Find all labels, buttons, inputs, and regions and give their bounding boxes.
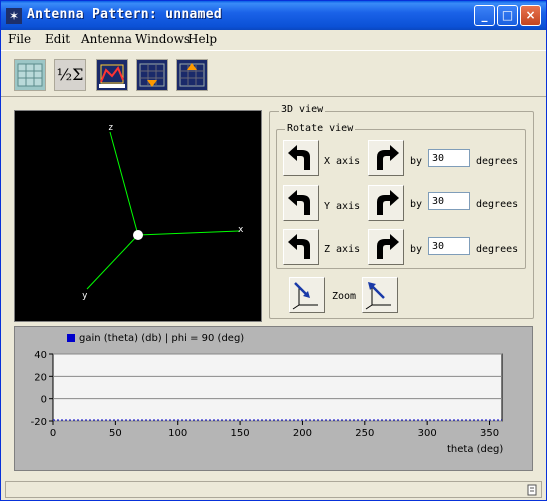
menu-antenna[interactable]: Antenna: [81, 32, 132, 46]
window-title: Antenna Pattern: unnamed: [27, 7, 223, 22]
z-axis-line: [109, 131, 139, 236]
menu-windows[interactable]: Windows: [135, 32, 190, 46]
y-axis-label: y: [82, 291, 88, 301]
zoom-in-icon: [292, 282, 318, 310]
toolbar: ½Σ: [1, 50, 546, 97]
y-tick-label: 0: [41, 395, 47, 406]
menu-file[interactable]: File: [8, 32, 31, 46]
x-tick-label: 200: [293, 428, 312, 439]
zoom-out-icon: [365, 282, 391, 310]
resize-grip-icon[interactable]: [525, 483, 539, 497]
y-tick-label: 20: [34, 372, 47, 383]
close-button[interactable]: ×: [520, 5, 541, 26]
z-degrees-unit: degrees: [476, 244, 519, 255]
rotate-x-ccw-button[interactable]: [283, 140, 319, 176]
antenna-pattern-window: ✶ Antenna Pattern: unnamed _ □ × File Ed…: [0, 0, 547, 501]
zoom-label: Zoom: [332, 291, 357, 302]
x-by-label: by: [410, 156, 423, 167]
3d-view-title: 3D view: [279, 104, 326, 115]
x-axis-label: x: [238, 225, 244, 235]
rotate-y-cw-button[interactable]: [368, 185, 404, 221]
gain-chart-panel: gain (theta) (db) | phi = 90 (deg) 40 20 0…: [14, 326, 533, 471]
y-axis-row-label: Y axis: [324, 201, 361, 212]
rotate-view-title: Rotate view: [285, 123, 356, 134]
x-tick-label: 50: [109, 428, 122, 439]
x-tick-label: 300: [418, 428, 437, 439]
x-axis-row-label: X axis: [324, 156, 361, 167]
z-axis-label: z: [108, 123, 113, 133]
rotate-x-cw-button[interactable]: [368, 140, 404, 176]
curved-arrow-left-icon: [288, 190, 310, 215]
y-by-label: by: [410, 199, 423, 210]
plot-area: [52, 353, 503, 422]
x-tick-label: 100: [168, 428, 187, 439]
menu-bar: File Edit Antenna Windows Help: [1, 30, 546, 49]
zoom-out-button[interactable]: [362, 277, 398, 313]
3d-view-canvas[interactable]: z x y: [14, 110, 262, 322]
y-tick-label: -20: [31, 417, 47, 428]
zoom-in-button[interactable]: [289, 277, 325, 313]
maximize-button[interactable]: □: [497, 5, 518, 26]
minimize-button[interactable]: _: [474, 5, 495, 26]
up-triangle-plot-icon[interactable]: [176, 59, 208, 91]
star-icon: ✶: [6, 8, 22, 24]
polar-plot-icon[interactable]: [96, 59, 128, 91]
curved-arrow-left-icon: [288, 145, 310, 170]
z-by-label: by: [410, 244, 423, 255]
curved-arrow-right-icon: [377, 145, 399, 170]
down-triangle-plot-icon[interactable]: [136, 59, 168, 91]
z-degrees-input[interactable]: [428, 237, 470, 255]
status-bar: [5, 481, 542, 498]
x-tick-label: 150: [231, 428, 250, 439]
rotate-z-cw-button[interactable]: [368, 229, 404, 265]
origin-marker: [133, 230, 143, 240]
x-tick-label: 0: [50, 428, 56, 439]
x-tick-label: 250: [355, 428, 374, 439]
x-axis-line: [137, 230, 240, 236]
menu-edit[interactable]: Edit: [45, 32, 70, 46]
title-bar[interactable]: ✶ Antenna Pattern: unnamed _ □ ×: [1, 1, 546, 30]
x-axis-title: theta (deg): [447, 444, 504, 455]
half-sigma-icon[interactable]: ½Σ: [54, 59, 86, 91]
rotate-y-ccw-button[interactable]: [283, 185, 319, 221]
y-axis-line: [86, 234, 139, 290]
y-tick-label: 40: [34, 350, 47, 361]
x-tick-label: 350: [480, 428, 499, 439]
curved-arrow-right-icon: [377, 234, 399, 259]
grid-table-icon[interactable]: [14, 59, 46, 91]
z-axis-row-label: Z axis: [324, 244, 361, 255]
x-degrees-input[interactable]: [428, 149, 470, 167]
menu-help[interactable]: Help: [188, 32, 217, 46]
y-degrees-unit: degrees: [476, 199, 519, 210]
x-degrees-unit: degrees: [476, 156, 519, 167]
rotate-z-ccw-button[interactable]: [283, 229, 319, 265]
curved-arrow-right-icon: [377, 190, 399, 215]
y-degrees-input[interactable]: [428, 192, 470, 210]
curved-arrow-left-icon: [288, 234, 310, 259]
